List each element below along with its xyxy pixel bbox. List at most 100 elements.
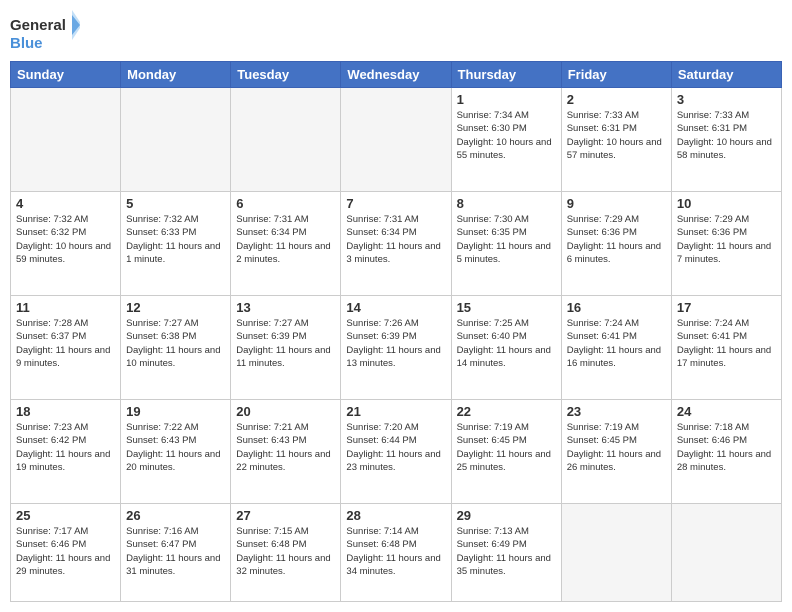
day-number: 24 (677, 404, 776, 419)
day-info: Sunrise: 7:27 AM Sunset: 6:38 PM Dayligh… (126, 317, 225, 370)
day-info: Sunrise: 7:31 AM Sunset: 6:34 PM Dayligh… (346, 213, 445, 266)
calendar-day-cell (11, 88, 121, 192)
day-info: Sunrise: 7:14 AM Sunset: 6:48 PM Dayligh… (346, 525, 445, 578)
logo: General Blue (10, 10, 80, 55)
calendar-day-cell: 18 Sunrise: 7:23 AM Sunset: 6:42 PM Dayli… (11, 400, 121, 504)
day-info: Sunrise: 7:16 AM Sunset: 6:47 PM Dayligh… (126, 525, 225, 578)
day-info: Sunrise: 7:21 AM Sunset: 6:43 PM Dayligh… (236, 421, 335, 474)
calendar-week-row: 25 Sunrise: 7:17 AM Sunset: 6:46 PM Dayli… (11, 504, 782, 602)
calendar-day-cell: 3Sunrise: 7:33 AM Sunset: 6:31 PM Daylig… (671, 88, 781, 192)
calendar-day-cell: 16 Sunrise: 7:24 AM Sunset: 6:41 PM Dayli… (561, 296, 671, 400)
day-info: Sunrise: 7:19 AM Sunset: 6:45 PM Dayligh… (457, 421, 556, 474)
calendar-day-cell: 7Sunrise: 7:31 AM Sunset: 6:34 PM Daylig… (341, 192, 451, 296)
calendar-day-cell: 9 Sunrise: 7:29 AM Sunset: 6:36 PM Daylig… (561, 192, 671, 296)
day-number: 29 (457, 508, 556, 523)
day-number: 23 (567, 404, 666, 419)
calendar-day-cell (121, 88, 231, 192)
day-info: Sunrise: 7:29 AM Sunset: 6:36 PM Dayligh… (677, 213, 776, 266)
calendar-table: SundayMondayTuesdayWednesdayThursdayFrid… (10, 61, 782, 602)
day-info: Sunrise: 7:20 AM Sunset: 6:44 PM Dayligh… (346, 421, 445, 474)
day-number: 3 (677, 92, 776, 107)
day-info: Sunrise: 7:17 AM Sunset: 6:46 PM Dayligh… (16, 525, 115, 578)
day-info: Sunrise: 7:32 AM Sunset: 6:33 PM Dayligh… (126, 213, 225, 266)
calendar-day-cell: 19 Sunrise: 7:22 AM Sunset: 6:43 PM Dayli… (121, 400, 231, 504)
calendar-day-cell: 5 Sunrise: 7:32 AM Sunset: 6:33 PM Daylig… (121, 192, 231, 296)
calendar-day-cell: 26Sunrise: 7:16 AM Sunset: 6:47 PM Dayli… (121, 504, 231, 602)
day-number: 25 (16, 508, 115, 523)
day-number: 1 (457, 92, 556, 107)
day-info: Sunrise: 7:31 AM Sunset: 6:34 PM Dayligh… (236, 213, 335, 266)
calendar-day-cell: 10 Sunrise: 7:29 AM Sunset: 6:36 PM Dayli… (671, 192, 781, 296)
calendar-day-cell: 15 Sunrise: 7:25 AM Sunset: 6:40 PM Dayli… (451, 296, 561, 400)
day-number: 19 (126, 404, 225, 419)
calendar-week-row: 4Sunrise: 7:32 AM Sunset: 6:32 PM Daylig… (11, 192, 782, 296)
day-info: Sunrise: 7:25 AM Sunset: 6:40 PM Dayligh… (457, 317, 556, 370)
day-number: 9 (567, 196, 666, 211)
day-info: Sunrise: 7:29 AM Sunset: 6:36 PM Dayligh… (567, 213, 666, 266)
day-number: 15 (457, 300, 556, 315)
day-of-week-header: Thursday (451, 62, 561, 88)
page-header: General Blue (10, 10, 782, 55)
calendar-day-cell (231, 88, 341, 192)
day-number: 4 (16, 196, 115, 211)
day-number: 10 (677, 196, 776, 211)
day-number: 16 (567, 300, 666, 315)
calendar-day-cell (341, 88, 451, 192)
day-info: Sunrise: 7:13 AM Sunset: 6:49 PM Dayligh… (457, 525, 556, 578)
day-number: 17 (677, 300, 776, 315)
calendar-week-row: 18 Sunrise: 7:23 AM Sunset: 6:42 PM Dayli… (11, 400, 782, 504)
calendar-day-cell: 12 Sunrise: 7:27 AM Sunset: 6:38 PM Dayli… (121, 296, 231, 400)
svg-text:General: General (10, 17, 66, 34)
day-number: 13 (236, 300, 335, 315)
day-info: Sunrise: 7:26 AM Sunset: 6:39 PM Dayligh… (346, 317, 445, 370)
day-of-week-header: Monday (121, 62, 231, 88)
day-info: Sunrise: 7:24 AM Sunset: 6:41 PM Dayligh… (567, 317, 666, 370)
day-info: Sunrise: 7:34 AM Sunset: 6:30 PM Dayligh… (457, 109, 556, 162)
day-number: 12 (126, 300, 225, 315)
calendar-day-cell: 29 Sunrise: 7:13 AM Sunset: 6:49 PM Dayli… (451, 504, 561, 602)
day-of-week-header: Wednesday (341, 62, 451, 88)
day-info: Sunrise: 7:27 AM Sunset: 6:39 PM Dayligh… (236, 317, 335, 370)
calendar-week-row: 1 Sunrise: 7:34 AM Sunset: 6:30 PM Daylig… (11, 88, 782, 192)
calendar-day-cell: 11 Sunrise: 7:28 AM Sunset: 6:37 PM Dayli… (11, 296, 121, 400)
day-info: Sunrise: 7:24 AM Sunset: 6:41 PM Dayligh… (677, 317, 776, 370)
day-of-week-header: Tuesday (231, 62, 341, 88)
calendar-day-cell: 8 Sunrise: 7:30 AM Sunset: 6:35 PM Daylig… (451, 192, 561, 296)
day-number: 20 (236, 404, 335, 419)
calendar-day-cell: 4Sunrise: 7:32 AM Sunset: 6:32 PM Daylig… (11, 192, 121, 296)
day-of-week-header: Sunday (11, 62, 121, 88)
day-info: Sunrise: 7:15 AM Sunset: 6:48 PM Dayligh… (236, 525, 335, 578)
day-of-week-header: Saturday (671, 62, 781, 88)
day-of-week-header: Friday (561, 62, 671, 88)
calendar-day-cell: 20 Sunrise: 7:21 AM Sunset: 6:43 PM Dayli… (231, 400, 341, 504)
calendar-day-cell: 25 Sunrise: 7:17 AM Sunset: 6:46 PM Dayli… (11, 504, 121, 602)
calendar-day-cell: 2Sunrise: 7:33 AM Sunset: 6:31 PM Daylig… (561, 88, 671, 192)
day-info: Sunrise: 7:22 AM Sunset: 6:43 PM Dayligh… (126, 421, 225, 474)
calendar-day-cell: 14 Sunrise: 7:26 AM Sunset: 6:39 PM Dayli… (341, 296, 451, 400)
day-info: Sunrise: 7:23 AM Sunset: 6:42 PM Dayligh… (16, 421, 115, 474)
day-number: 21 (346, 404, 445, 419)
day-number: 18 (16, 404, 115, 419)
day-number: 27 (236, 508, 335, 523)
calendar-day-cell: 24 Sunrise: 7:18 AM Sunset: 6:46 PM Dayli… (671, 400, 781, 504)
day-number: 5 (126, 196, 225, 211)
calendar-day-cell: 27 Sunrise: 7:15 AM Sunset: 6:48 PM Dayli… (231, 504, 341, 602)
calendar-day-cell: 22 Sunrise: 7:19 AM Sunset: 6:45 PM Dayli… (451, 400, 561, 504)
calendar-day-cell: 21 Sunrise: 7:20 AM Sunset: 6:44 PM Dayli… (341, 400, 451, 504)
calendar-day-cell (561, 504, 671, 602)
day-number: 22 (457, 404, 556, 419)
calendar-day-cell: 17 Sunrise: 7:24 AM Sunset: 6:41 PM Dayli… (671, 296, 781, 400)
day-info: Sunrise: 7:30 AM Sunset: 6:35 PM Dayligh… (457, 213, 556, 266)
day-number: 6 (236, 196, 335, 211)
day-number: 11 (16, 300, 115, 315)
calendar-day-cell: 28 Sunrise: 7:14 AM Sunset: 6:48 PM Dayli… (341, 504, 451, 602)
day-number: 14 (346, 300, 445, 315)
calendar-week-row: 11 Sunrise: 7:28 AM Sunset: 6:37 PM Dayli… (11, 296, 782, 400)
day-info: Sunrise: 7:18 AM Sunset: 6:46 PM Dayligh… (677, 421, 776, 474)
calendar-day-cell: 6 Sunrise: 7:31 AM Sunset: 6:34 PM Daylig… (231, 192, 341, 296)
day-info: Sunrise: 7:28 AM Sunset: 6:37 PM Dayligh… (16, 317, 115, 370)
logo-svg: General Blue (10, 10, 80, 55)
day-number: 28 (346, 508, 445, 523)
day-number: 8 (457, 196, 556, 211)
calendar-day-cell: 1 Sunrise: 7:34 AM Sunset: 6:30 PM Daylig… (451, 88, 561, 192)
